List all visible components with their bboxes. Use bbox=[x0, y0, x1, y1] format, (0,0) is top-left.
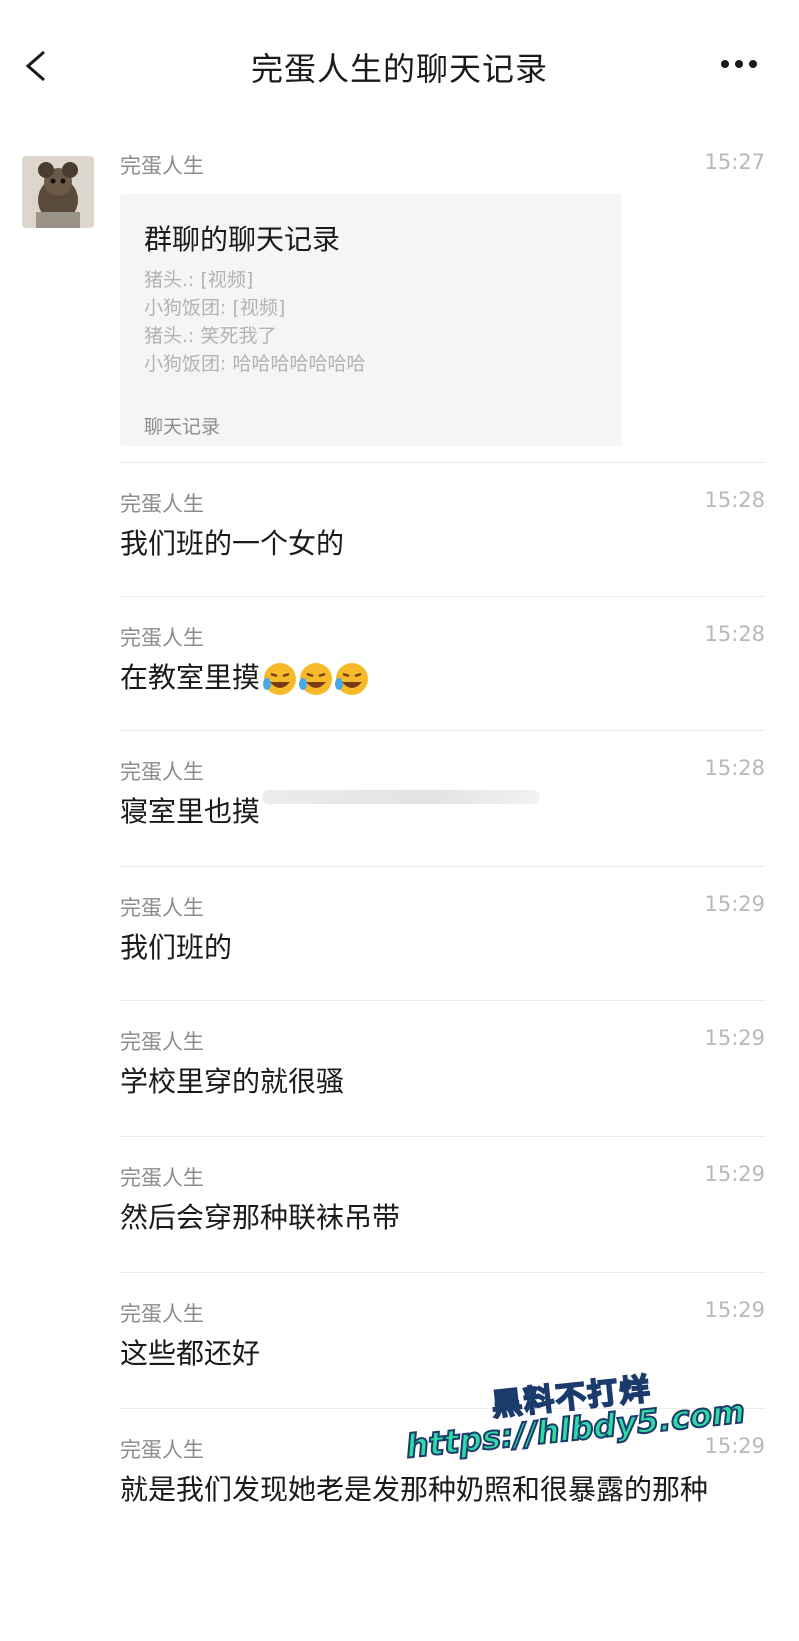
sender-name: 完蛋人生 bbox=[120, 154, 204, 178]
divider bbox=[120, 462, 765, 463]
divider bbox=[120, 1000, 765, 1001]
sender-name: 完蛋人生 bbox=[120, 1166, 204, 1190]
laughing-crying-emoji-icon bbox=[263, 663, 369, 695]
card-preview-line: 猪头.: [视频] bbox=[144, 269, 254, 291]
sender-name: 完蛋人生 bbox=[120, 896, 204, 920]
card-preview-line: 猪头.: 笑死我了 bbox=[144, 325, 277, 347]
divider bbox=[120, 866, 765, 867]
message-text: 学校里穿的就很骚 bbox=[120, 1065, 345, 1098]
message-text: 在教室里摸 bbox=[120, 661, 261, 694]
avatar-image bbox=[22, 156, 94, 228]
message-time: 15:28 bbox=[704, 756, 765, 780]
card-title: 群聊的聊天记录 bbox=[144, 223, 341, 256]
message-time: 15:28 bbox=[704, 488, 765, 512]
card-preview-lines: 猪头.: [视频] 小狗饭团: [视频] 猪头.: 笑死我了 小狗饭团: 哈哈哈… bbox=[144, 266, 365, 378]
message-time: 15:29 bbox=[704, 1162, 765, 1186]
message-text: 我们班的 bbox=[120, 931, 233, 964]
divider bbox=[120, 1272, 765, 1273]
divider bbox=[120, 596, 765, 597]
sender-name: 完蛋人生 bbox=[120, 626, 204, 650]
message-item[interactable]: 完蛋人生 15:29 学校里穿的就很骚 bbox=[120, 1026, 765, 1116]
avatar[interactable] bbox=[22, 156, 94, 228]
message-time: 15:29 bbox=[704, 1026, 765, 1050]
card-preview-line: 小狗饭团: [视频] bbox=[144, 297, 286, 319]
more-options-icon[interactable] bbox=[719, 58, 759, 70]
message-item[interactable]: 完蛋人生 15:29 然后会穿那种联袜吊带 bbox=[120, 1162, 765, 1252]
sender-name: 完蛋人生 bbox=[120, 492, 204, 516]
page-title: 完蛋人生的聊天记录 bbox=[250, 50, 548, 88]
chat-history-card[interactable]: 群聊的聊天记录 猪头.: [视频] 小狗饭团: [视频] 猪头.: 笑死我了 小… bbox=[120, 194, 622, 446]
redacted-blur bbox=[262, 790, 540, 804]
message-time: 15:28 bbox=[704, 622, 765, 646]
message-text: 我们班的一个女的 bbox=[120, 527, 345, 560]
message-text-row: 在教室里摸 bbox=[120, 656, 760, 700]
message-item[interactable]: 完蛋人生 15:29 我们班的 bbox=[120, 892, 765, 982]
sender-name: 完蛋人生 bbox=[120, 1302, 204, 1326]
card-footer-label: 聊天记录 bbox=[144, 416, 221, 438]
message-time: 15:29 bbox=[704, 1298, 765, 1322]
message-time: 15:29 bbox=[704, 892, 765, 916]
divider bbox=[120, 730, 765, 731]
sender-name: 完蛋人生 bbox=[120, 760, 204, 784]
message-item[interactable]: 完蛋人生 15:28 我们班的一个女的 bbox=[120, 488, 765, 578]
sender-name: 完蛋人生 bbox=[120, 1030, 204, 1054]
navigation-bar: 完蛋人生的聊天记录 bbox=[0, 0, 799, 130]
sender-name: 完蛋人生 bbox=[120, 1438, 204, 1462]
card-preview-line: 小狗饭团: 哈哈哈哈哈哈哈 bbox=[144, 353, 366, 375]
divider bbox=[120, 1136, 765, 1137]
message-text: 然后会穿那种联袜吊带 bbox=[120, 1201, 401, 1234]
message-item[interactable]: 完蛋人生 15:28 在教室里摸 bbox=[120, 622, 765, 712]
message-time: 15:27 bbox=[704, 150, 765, 174]
